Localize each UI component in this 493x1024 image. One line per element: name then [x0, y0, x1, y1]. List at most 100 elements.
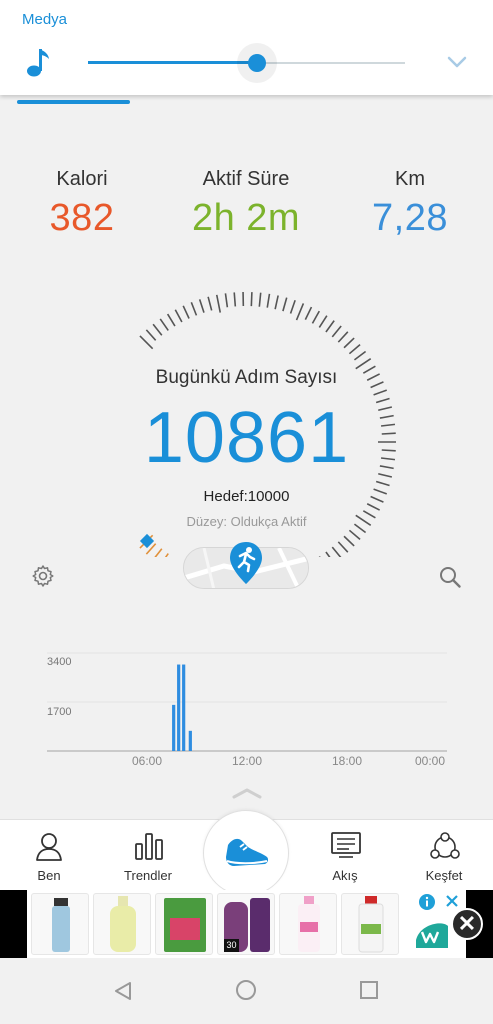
gauge-tick [348, 343, 361, 355]
gauge-tick [139, 335, 154, 350]
gauge-tick [375, 480, 390, 487]
gauge-title: Bugünkü Adım Sayısı [155, 367, 338, 388]
gauge-tick [233, 292, 237, 307]
distance-stat[interactable]: Km 7,28 [335, 168, 485, 240]
gauge-tick [343, 535, 355, 547]
chart-bar [182, 664, 186, 751]
active-time-value: 2h 2m [191, 197, 301, 239]
chart-bar [177, 664, 181, 751]
ad-product[interactable] [155, 893, 213, 955]
y-tick-label: 1700 [47, 706, 72, 718]
nav-label-trendler: Trendler [124, 868, 172, 883]
gauge-tick [250, 292, 253, 307]
gauge-tick [331, 325, 342, 338]
active-time-stat[interactable]: Aktif Süre 2h 2m [171, 168, 321, 240]
gauge-tick [353, 350, 367, 361]
gauge-tick [289, 300, 296, 314]
music-note-icon[interactable] [26, 46, 52, 78]
gauge-tick [152, 323, 163, 336]
chevron-down-icon[interactable] [446, 54, 468, 70]
ad-info-icon[interactable] [418, 893, 436, 911]
nav-item-ben[interactable]: Ben [9, 820, 89, 891]
calories-value: 382 [49, 197, 115, 239]
gauge-tick [343, 337, 355, 349]
bar-chart-icon [135, 833, 163, 860]
distance-value: 7,28 [372, 197, 448, 239]
step-goal: Hedef:10000 [203, 488, 290, 505]
discover-icon [430, 832, 460, 859]
lotion-bottle-image [110, 896, 136, 952]
gauge-tick [164, 553, 169, 557]
step-count[interactable]: 10861 [0, 397, 493, 479]
media-slider-fill [88, 61, 257, 64]
ad-choices-close-icon[interactable] [444, 893, 460, 909]
calories-stat[interactable]: Kalori 382 [7, 168, 157, 240]
x-tick-label: 18:00 [331, 754, 363, 768]
gauge-tick [266, 293, 271, 308]
gauge-tick [282, 297, 288, 312]
gauge-tick [304, 306, 313, 320]
ad-product[interactable]: 30 [217, 893, 275, 955]
center-action-button[interactable] [203, 810, 289, 896]
nav-item-akis[interactable]: Akış [305, 820, 385, 891]
gauge-tick [145, 329, 157, 341]
nav-label-kesfet: Keşfet [425, 868, 463, 883]
shoe-icon [226, 838, 269, 866]
running-pin-icon[interactable] [228, 540, 264, 586]
media-title: Medya [22, 11, 68, 28]
search-icon[interactable] [438, 565, 462, 589]
kids-bottle-image [298, 896, 320, 952]
gauge-tick [337, 541, 349, 553]
ad-close-button[interactable]: ✕ [451, 908, 483, 940]
active-time-label: Aktif Süre [202, 168, 290, 190]
gauge-tick [373, 389, 388, 396]
tab-indicator [17, 100, 130, 104]
person-icon [36, 833, 62, 861]
gauge-tick [154, 548, 163, 557]
nav-label-ben: Ben [37, 868, 61, 883]
gauge-tick [274, 295, 279, 310]
gauge-tick [318, 315, 328, 328]
ad-product[interactable] [341, 893, 399, 955]
recents-icon[interactable] [359, 980, 379, 1000]
face-mask-image [164, 898, 206, 952]
gauge-tick [166, 313, 176, 327]
settings-gear-icon[interactable] [31, 564, 55, 588]
media-panel: Medya [0, 0, 493, 95]
ad-product[interactable] [31, 893, 89, 955]
ad-badge: 30 [224, 939, 239, 952]
y-tick-label: 3400 [47, 656, 72, 668]
gauge-tick [174, 309, 183, 323]
gauge-tick [325, 551, 331, 557]
x-tick-label: 12:00 [231, 754, 263, 768]
gauge-tick [190, 302, 198, 316]
x-tick-label: 00:00 [414, 754, 446, 768]
media-slider-thumb[interactable] [248, 54, 266, 72]
home-icon[interactable] [235, 979, 257, 1001]
ad-products[interactable]: 30 [27, 890, 466, 958]
gauge-tick [207, 296, 213, 311]
distance-label: Km [395, 168, 425, 190]
calories-label: Kalori [56, 168, 108, 190]
activity-level: Düzey: Oldukça Aktif [186, 514, 307, 529]
chevron-up-handle-icon[interactable] [231, 787, 263, 799]
chart-bar [188, 730, 192, 751]
advertiser-logo[interactable] [414, 918, 450, 948]
gauge-tick [331, 546, 342, 557]
gauge-tick [224, 293, 229, 308]
gauge-tick [337, 331, 349, 343]
gauge-tick [258, 292, 262, 307]
nav-item-kesfet[interactable]: Keşfet [404, 820, 484, 891]
ad-product[interactable] [93, 893, 151, 955]
nav-label-akis: Akış [332, 868, 358, 883]
spray-bottle-image [52, 898, 70, 952]
nav-item-trendler[interactable]: Trendler [108, 820, 188, 891]
back-icon[interactable] [112, 980, 134, 1002]
gauge-tick [182, 305, 190, 319]
ad-product[interactable] [279, 893, 337, 955]
system-nav-bar [0, 958, 493, 1024]
gauge-tick [311, 310, 320, 324]
gauge-tick [295, 303, 305, 321]
gauge-tick [215, 294, 222, 313]
cream-bottle-image [358, 896, 384, 953]
